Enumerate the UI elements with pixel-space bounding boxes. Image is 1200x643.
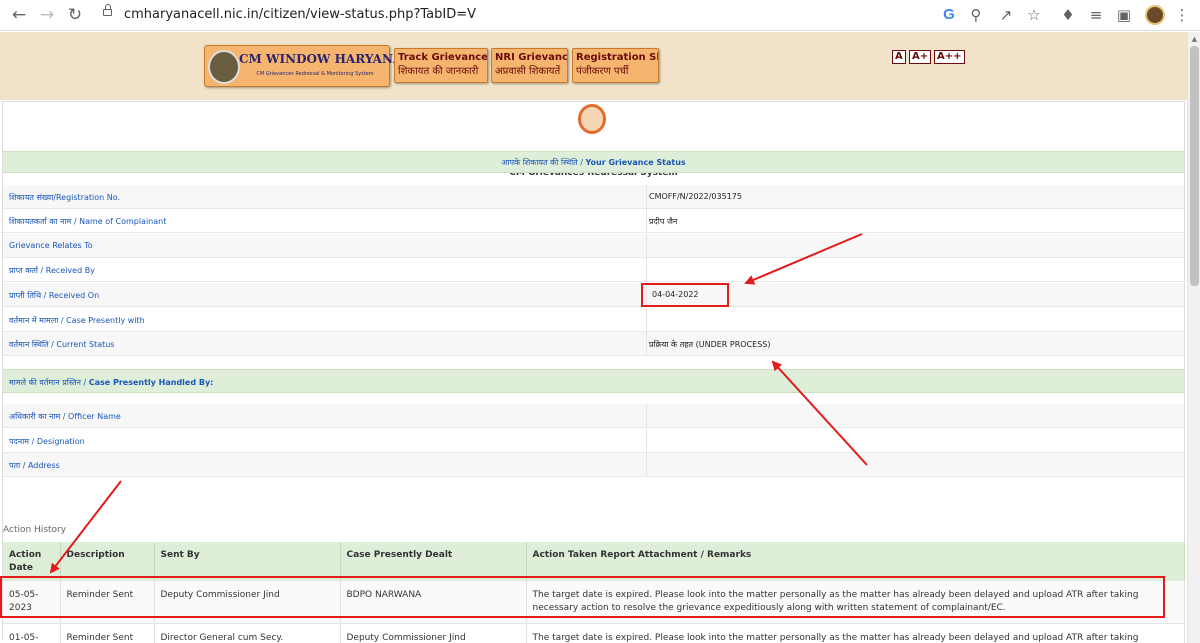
registration-no-label: शिकायत संख्या/Registration No. <box>9 193 121 202</box>
browser-toolbar: ← → ↻ cmharyanacell.nic.in/citizen/view-… <box>0 0 1200 31</box>
nav-label-hi: अप्रवासी शिकायतें <box>495 66 561 77</box>
address-label: पता / Address <box>9 461 60 470</box>
zoom-icon[interactable]: ⚲ <box>966 5 986 25</box>
table-row: 01-05-2023 Reminder Sent Director Genera… <box>3 623 1185 643</box>
status-title-en: Your Grievance Status <box>585 158 686 167</box>
detail-row: प्राप्त कर्ता / Received By <box>3 258 1184 282</box>
cell-description: Reminder Sent <box>60 623 155 643</box>
nri-grievance-button[interactable]: NRI Grievance अप्रवासी शिकायतें <box>491 48 568 83</box>
complainant-name-label: शिकायतकर्ता का नाम / Name of Complainant <box>9 217 167 226</box>
nav-label-en: NRI Grievance <box>495 52 568 63</box>
registration-no-value: CMOFF/N/2022/035175 <box>649 192 742 201</box>
received-on-highlight <box>641 283 729 307</box>
action-history-label: Action History <box>3 525 67 535</box>
detail-row: शिकायतकर्ता का नाम / Name of Complainant… <box>3 209 1184 233</box>
handled-row: अधिकारी का नाम / Officer Name <box>3 404 1184 428</box>
received-by-label: प्राप्त कर्ता / Received By <box>9 266 95 275</box>
scroll-thumb[interactable] <box>1190 46 1199 286</box>
logo-subtitle: CM Grievances Redressal & Monitoring Sys… <box>256 71 374 77</box>
font-xlarge-button[interactable]: A++ <box>934 50 965 64</box>
track-grievance-button[interactable]: Track Grievance शिकायत की जानकारी <box>394 48 488 83</box>
status-title-hi: आपके शिकायत की स्थिति / <box>501 158 583 167</box>
case-presently-with-label: वर्तमान में मामला / Case Presently with <box>9 316 145 325</box>
cell-case-dealt: Deputy Commissioner Jind <box>340 623 527 643</box>
detail-row: Grievance Relates To <box>3 234 1184 258</box>
handled-section-header: मामले की वर्तमान प्रस्तिन / Case Present… <box>3 369 1184 393</box>
handled-title-en: Case Presently Handled By: <box>88 378 214 387</box>
nav-label-hi: शिकायत की जानकारी <box>398 66 479 77</box>
received-on-label: प्राप्ती तिथि / Received On <box>9 291 100 300</box>
detail-row: वर्तमान स्थिति / Current Status प्रक्रिया… <box>3 332 1184 356</box>
handled-title-hi: मामले की वर्तमान प्रस्तिन / <box>9 378 87 387</box>
cm-window-logo[interactable]: CM WINDOW HARYANA CM Grievances Redressa… <box>204 45 403 87</box>
page-content: CM WINDOW HARYANA CM Grievances Redressa… <box>0 32 1187 643</box>
detail-row: प्राप्ती तिथि / Received On 04-04-2022 <box>3 283 1184 307</box>
status-title: आपके शिकायत की स्थिति / Your Grievance S… <box>3 157 1184 168</box>
forward-icon[interactable]: → <box>36 4 58 26</box>
font-large-button[interactable]: A+ <box>909 50 932 64</box>
media-icon[interactable]: ≡ <box>1086 5 1106 25</box>
handled-title: मामले की वर्तमान प्रस्तिन / Case Present… <box>9 377 213 388</box>
extensions-icon[interactable]: ♦ <box>1058 5 1078 25</box>
lock-icon[interactable] <box>103 4 112 16</box>
share-icon[interactable]: ↗ <box>996 5 1016 25</box>
cell-remarks: The target date is expired. Please look … <box>526 623 1185 643</box>
reminder-row-highlight <box>0 576 1165 618</box>
nav-label-hi: पंजीकरण पर्ची <box>576 66 629 77</box>
google-icon[interactable]: G <box>939 5 959 25</box>
side-panel-icon[interactable]: ▣ <box>1114 5 1134 25</box>
bookmark-star-icon[interactable]: ☆ <box>1024 5 1044 25</box>
scroll-up-icon[interactable]: ▲ <box>1188 34 1200 44</box>
handled-row: पदनाम / Designation <box>3 429 1184 453</box>
font-normal-button[interactable]: A <box>892 50 906 64</box>
page-scrollbar[interactable]: ▲ <box>1187 32 1200 643</box>
menu-icon[interactable]: ⋮ <box>1172 5 1192 25</box>
address-bar[interactable]: cmharyanacell.nic.in/citizen/view-status… <box>124 7 476 22</box>
detail-row: शिकायत संख्या/Registration No. CMOFF/N/20… <box>3 185 1184 209</box>
cell-action-date: 01-05-2023 <box>3 623 61 643</box>
designation-label: पदनाम / Designation <box>9 437 85 446</box>
profile-avatar[interactable] <box>1145 5 1165 25</box>
status-section-header: आपके शिकायत की स्थिति / Your Grievance S… <box>3 151 1184 173</box>
logo-title: CM WINDOW HARYANA <box>239 52 403 66</box>
registration-slip-button[interactable]: Registration Slip पंजीकरण पर्ची <box>572 48 659 83</box>
emblem-icon <box>208 50 240 84</box>
current-status-value: प्रक्रिया के तहत (UNDER PROCESS) <box>649 340 771 349</box>
site-header: CM WINDOW HARYANA CM Grievances Redressa… <box>0 32 1187 100</box>
officer-name-label: अधिकारी का नाम / Officer Name <box>9 412 121 421</box>
handled-row: पता / Address <box>3 453 1184 477</box>
nav-label-en: Track Grievance <box>398 52 488 63</box>
reload-icon[interactable]: ↻ <box>64 4 86 26</box>
current-status-label: वर्तमान स्थिति / Current Status <box>9 340 115 349</box>
complainant-name-value: प्रदीप जैन <box>649 217 678 226</box>
grievance-relates-label: Grievance Relates To <box>9 241 93 250</box>
nav-label-en: Registration Slip <box>576 52 659 63</box>
cell-sent-by: Director General cum Secy. <box>154 623 341 643</box>
haryana-emblem-icon <box>578 104 606 134</box>
detail-row: वर्तमान में मामला / Case Presently with <box>3 308 1184 332</box>
back-icon[interactable]: ← <box>8 4 30 26</box>
